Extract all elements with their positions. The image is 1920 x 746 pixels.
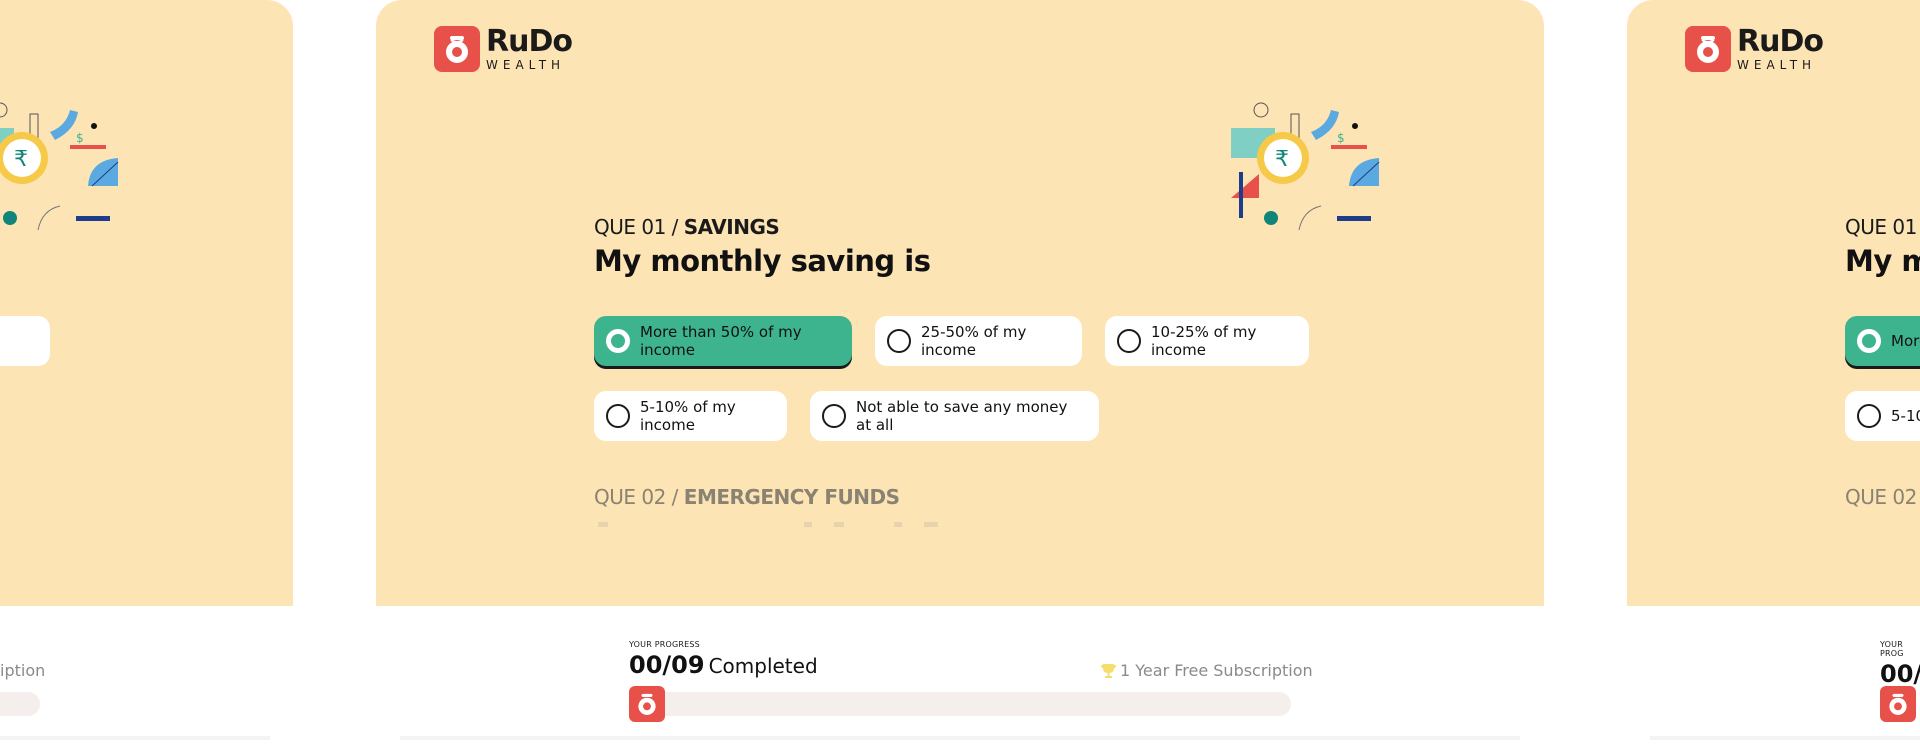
previous-option-partial[interactable]: ncome <box>0 316 50 366</box>
reward-label: 1 Year Free Subscription <box>1100 661 1313 680</box>
radio-icon <box>1857 404 1881 428</box>
svg-text:₹: ₹ <box>14 147 28 172</box>
option-label: 5-10% <box>1891 407 1920 425</box>
divider <box>0 736 270 740</box>
radio-selected-icon <box>1857 329 1881 353</box>
radio-icon <box>822 404 846 428</box>
progress-count: 00/09 Completed <box>629 651 818 679</box>
divider <box>1650 736 1920 740</box>
radio-icon <box>1117 329 1141 353</box>
progress-section-partial: YOUR PROG 00/ <box>1880 640 1920 688</box>
option-label: 5-10% of my income <box>640 398 736 434</box>
svg-text:$: $ <box>76 131 84 145</box>
question-title: My m <box>1845 244 1920 278</box>
trophy-icon <box>1101 664 1116 678</box>
progress-section: YOUR PROGRESS 00/09 Completed <box>629 640 818 679</box>
question-title: My monthly saving is <box>594 244 931 278</box>
option-25-50[interactable]: 25-50% of my income <box>875 316 1082 366</box>
rupee-coin-icon: ₹ <box>1275 147 1289 172</box>
option-label: More <box>1891 332 1920 350</box>
savings-illustration: $ ₹ <box>0 102 119 230</box>
radio-selected-icon <box>606 329 630 353</box>
progress-caption: YOUR PROGRESS <box>629 640 700 649</box>
brand-sub: WEALTH <box>486 58 566 72</box>
option-more-than-50[interactable]: More than 50% of my income <box>594 316 852 366</box>
svg-text:$: $ <box>1337 131 1345 145</box>
option[interactable]: 5-10% <box>1845 391 1920 441</box>
option-label: 25-50% of my income <box>921 323 1027 359</box>
question-label: QUE 01 / SAVINGS <box>594 215 780 239</box>
option-5-10[interactable]: 5-10% of my income <box>594 391 787 441</box>
option-10-25[interactable]: 10-25% of my income <box>1105 316 1309 366</box>
option-label: 10-25% of my income <box>1151 323 1257 359</box>
progress-marker-icon <box>1880 686 1916 722</box>
progress-number: 00/09 <box>629 651 705 679</box>
previous-question-card: $ ₹ ncome <box>0 0 293 606</box>
question-label: QUE 01 <box>1845 215 1917 239</box>
progress-caption: YOUR PROG <box>1880 640 1904 658</box>
question-category: SAVINGS <box>683 215 780 239</box>
progress-marker-icon <box>629 686 665 722</box>
progress-number: 00/ <box>1880 660 1920 688</box>
brand-name: RuDo <box>1737 24 1824 59</box>
radio-icon <box>887 329 911 353</box>
rudo-logo-icon <box>434 26 480 72</box>
brand-sub: WEALTH <box>1737 58 1817 72</box>
option-selected[interactable]: More <box>1845 316 1920 366</box>
radio-icon <box>606 404 630 428</box>
next-question-label[interactable]: QUE 02 / EMERGENCY FUNDS <box>594 485 900 509</box>
quiz-page: $ ₹ ncome <box>0 0 1920 746</box>
savings-illustration: $ ₹ <box>1231 102 1380 230</box>
progress-word: Completed <box>708 654 818 678</box>
progress-track-partial <box>0 692 40 716</box>
next-question-number: QUE 02 <box>594 485 666 509</box>
next-question-card: RuDo WEALTH QUE 01 My m More 5-10% QUE 0… <box>1627 0 1920 606</box>
option-label: Not able to save any money at all <box>856 398 1068 434</box>
question-number: QUE 01 <box>594 215 666 239</box>
reward-text: 1 Year Free Subscription <box>1120 661 1313 680</box>
next-question-category: EMERGENCY FUNDS <box>683 485 900 509</box>
progress-track <box>629 692 1291 716</box>
next-question-fade <box>598 522 938 527</box>
brand-name: RuDo <box>486 24 573 59</box>
reward-text-partial: iption <box>0 661 46 680</box>
option-label: More than 50% of my income <box>640 323 802 359</box>
brand-logo[interactable]: RuDo WEALTH <box>434 24 573 72</box>
brand-logo[interactable]: RuDo WEALTH <box>1685 24 1824 72</box>
progress-count: 00/ <box>1880 660 1920 688</box>
next-question-label: QUE 02 <box>1845 485 1917 509</box>
option-no-savings[interactable]: Not able to save any money at all <box>810 391 1099 441</box>
divider <box>400 736 1520 740</box>
rudo-logo-icon <box>1685 26 1731 72</box>
question-card: RuDo WEALTH $ ₹ QUE 01 / SAVINGS My mont… <box>376 0 1544 606</box>
